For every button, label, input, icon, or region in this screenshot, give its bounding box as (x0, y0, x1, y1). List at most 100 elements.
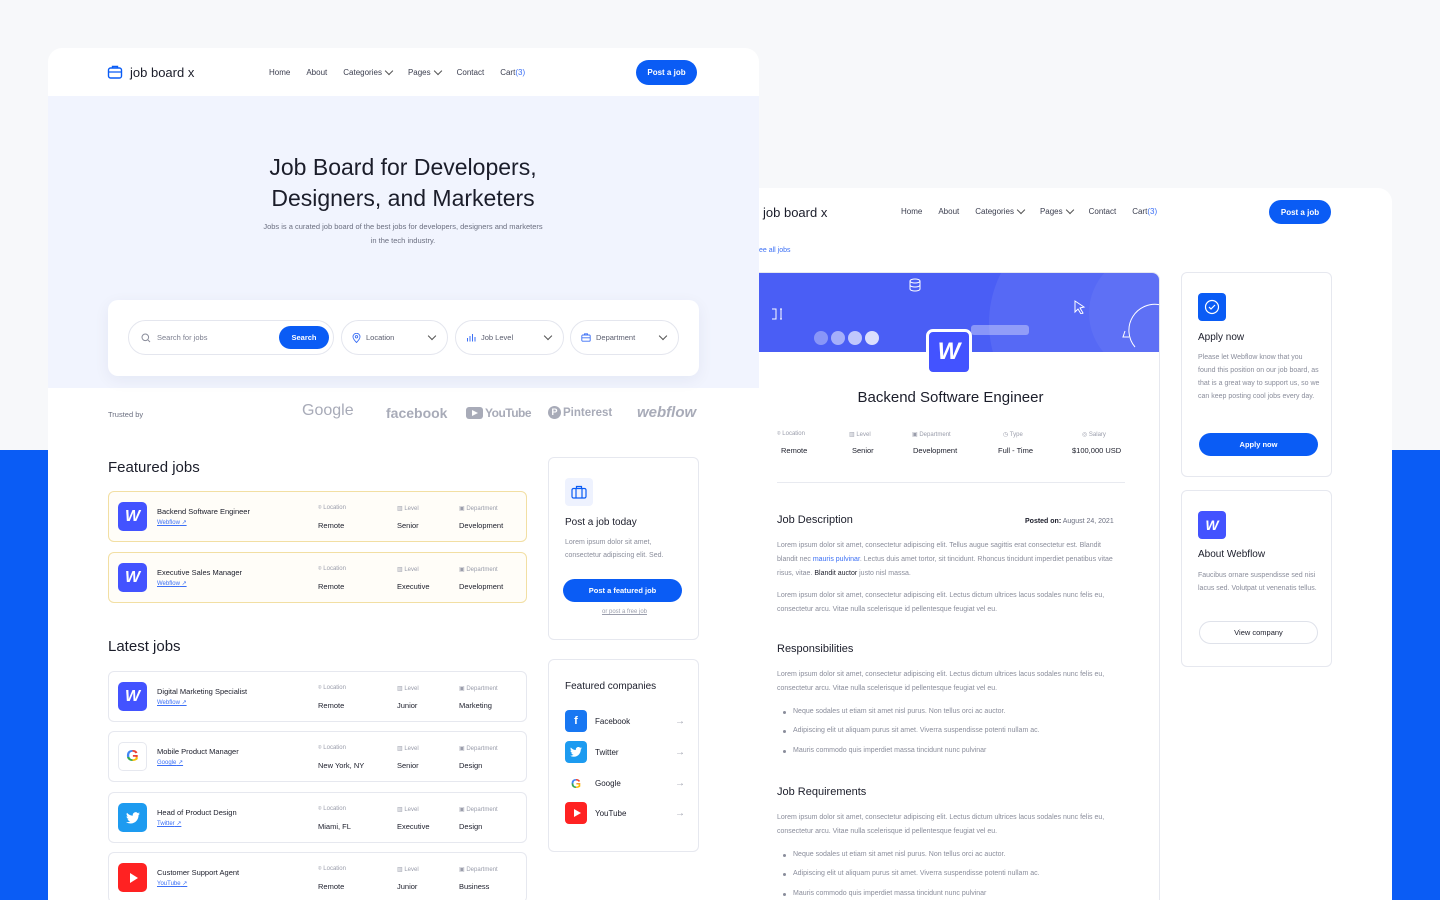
view-company-button[interactable]: View company (1199, 621, 1318, 644)
brand-name: job board x (763, 205, 828, 220)
job-card[interactable]: W Backend Software Engineer Webflow ↗ ⌾ … (108, 491, 527, 542)
level-label: ▥ Level (397, 506, 419, 512)
nav-pages[interactable]: Pages (407, 66, 442, 77)
pinterest-p-icon: P (548, 406, 561, 419)
google-logo-icon: G (118, 742, 147, 771)
requirement-item: Adipiscing elit ut aliquam purus sit ame… (783, 870, 1040, 877)
posted-date-value: August 24, 2021 (1062, 518, 1114, 525)
job-card[interactable]: Customer Support Agent YouTube ↗ ⌾ Locat… (108, 852, 527, 900)
arrow-right-icon: → (675, 777, 685, 789)
level-label-text: Level (404, 867, 419, 873)
company-name: YouTube (595, 808, 627, 818)
job-card[interactable]: W Executive Sales Manager Webflow ↗ ⌾ Lo… (108, 552, 527, 603)
nav-home[interactable]: Home (901, 207, 922, 216)
job-title: Executive Sales Manager (157, 568, 243, 577)
company-link[interactable]: Webflow ↗ (157, 699, 187, 706)
featured-company-google[interactable]: G Google → (565, 772, 685, 794)
nav-categories[interactable]: Categories (343, 66, 394, 77)
arrow-right-icon: → (675, 715, 685, 727)
inline-link[interactable]: mauris pulvinar (813, 556, 860, 563)
facebook-icon: f (565, 710, 587, 732)
nav-contact[interactable]: Contact (1089, 207, 1117, 216)
apply-now-button[interactable]: Apply now (1199, 433, 1318, 456)
location-label: ⌾ Location (318, 866, 346, 872)
location-select[interactable]: Location (341, 320, 448, 355)
job-card[interactable]: W Digital Marketing Specialist Webflow ↗… (108, 671, 527, 722)
cart-count: (3) (1147, 207, 1158, 216)
location-label-text: Location (323, 566, 346, 572)
nav-pages-label: Pages (407, 68, 431, 77)
level-label: ▥ Level (397, 807, 419, 813)
job-board-home-page: job board x Home About Categories Pages … (48, 48, 759, 900)
company-link[interactable]: YouTube ↗ (157, 880, 187, 887)
salary-label: ◎ Salary (1082, 432, 1106, 438)
location-label-text: Location (323, 745, 346, 751)
nav-pages[interactable]: Pages (1040, 205, 1074, 216)
job-card[interactable]: G Mobile Product Manager Google ↗ ⌾ Loca… (108, 731, 527, 782)
search-button[interactable]: Search (279, 326, 329, 349)
site-logo[interactable]: job board x (763, 205, 827, 220)
site-logo[interactable]: job board x (107, 64, 194, 80)
post-featured-job-button[interactable]: Post a featured job (563, 579, 682, 602)
department-value: Marketing (459, 701, 492, 710)
company-link-label: Google (157, 760, 177, 766)
nav-about[interactable]: About (306, 68, 327, 77)
chevron-down-icon (658, 331, 668, 341)
level-value: Senior (397, 761, 419, 770)
level-label-text: Level (856, 432, 871, 438)
database-icon (909, 278, 921, 292)
company-link[interactable]: Webflow ↗ (157, 580, 187, 587)
nav-about[interactable]: About (938, 207, 959, 216)
location-value: Miami, FL (318, 822, 351, 831)
nav-cart-label: Cart (500, 68, 516, 77)
level-value: Executive (397, 822, 430, 831)
refresh-arc-icon (1122, 303, 1159, 348)
job-card[interactable]: Head of Product Design Twitter ↗ ⌾ Locat… (108, 792, 527, 843)
responsibility-item: Neque sodales ut etiam sit amet nisl pur… (782, 708, 1006, 715)
department-label-text: Department (466, 567, 498, 573)
department-label-text: Department (466, 867, 498, 873)
text-cursor-icon (772, 308, 782, 320)
search-input[interactable]: Search for jobs Search (128, 320, 334, 355)
search-icon (141, 333, 151, 342)
post-job-button[interactable]: Post a job (636, 60, 697, 85)
google-icon: G (565, 772, 587, 794)
featured-companies-title: Featured companies (565, 681, 657, 692)
location-label: ⌾ Location (318, 566, 346, 572)
department-label: ▣ Department (459, 686, 498, 692)
company-link[interactable]: Twitter ↗ (157, 820, 181, 827)
company-name: Twitter (595, 747, 619, 757)
latest-jobs-title: Latest jobs (108, 638, 181, 655)
requirements-paragraph: Lorem ipsum dolor sit amet, consectetur … (777, 814, 1105, 835)
banner-pill (848, 331, 862, 345)
department-select[interactable]: Department (570, 320, 679, 355)
featured-company-youtube[interactable]: YouTube → (565, 802, 685, 824)
salary-label-text: Salary (1088, 432, 1106, 438)
company-link[interactable]: Webflow ↗ (157, 519, 187, 526)
nav-home[interactable]: Home (269, 68, 290, 77)
see-all-jobs-link[interactable]: ee all jobs (759, 247, 791, 254)
featured-company-facebook[interactable]: f Facebook → (565, 710, 685, 732)
featured-company-twitter[interactable]: Twitter → (565, 741, 685, 763)
apply-now-card: Apply now Please let Webflow know that y… (1181, 272, 1332, 477)
level-value: Senior (852, 446, 874, 455)
department-label: ▣ Department (459, 506, 498, 512)
nav-cart[interactable]: Cart (3) (500, 68, 525, 77)
about-company-card: W About Webflow Faucibus ornare suspendi… (1181, 490, 1332, 667)
post-free-job-link[interactable]: or post a free job (549, 609, 700, 615)
company-link[interactable]: Google ↗ (157, 759, 183, 766)
nav-contact[interactable]: Contact (457, 68, 485, 77)
facebook-logo: facebook (386, 405, 448, 421)
responsibility-item: Mauris commodo quis imperdiet massa tinc… (782, 747, 987, 754)
department-label: ▣ Department (459, 867, 498, 873)
location-pin-icon (352, 332, 361, 343)
level-value: Junior (397, 701, 418, 710)
level-label: ▥ Level (397, 867, 419, 873)
company-name: Facebook (595, 716, 631, 726)
nav-cart[interactable]: Cart (3) (1132, 207, 1157, 216)
location-value: Remote (318, 882, 345, 891)
post-job-button[interactable]: Post a job (1269, 200, 1331, 224)
chevron-down-icon (1065, 205, 1074, 215)
nav-categories[interactable]: Categories (975, 205, 1026, 216)
job-level-select[interactable]: Job Level (455, 320, 564, 355)
